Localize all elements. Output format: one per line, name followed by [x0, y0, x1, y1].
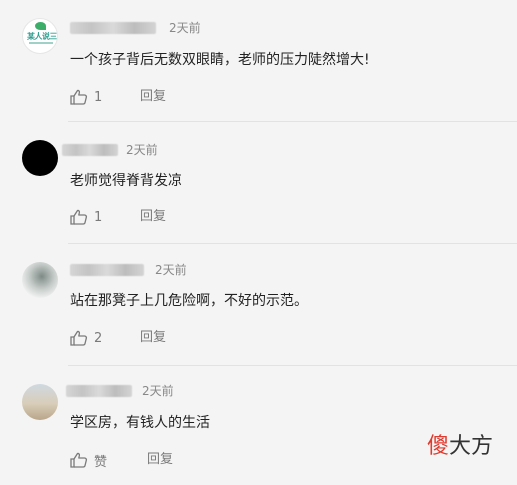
avatar-logo-text: 某人说三 — [27, 32, 57, 41]
avatar[interactable] — [22, 262, 58, 298]
avatar[interactable] — [22, 140, 58, 176]
thumbs-up-icon — [70, 330, 88, 346]
avatar[interactable]: 某人说三 — [22, 18, 58, 54]
like-button[interactable]: 1 — [70, 208, 102, 226]
logo-underline — [29, 42, 53, 44]
comment-text: 一个孩子背后无数双眼睛，老师的压力陡然增大! — [70, 52, 370, 68]
username-blurred[interactable] — [62, 144, 118, 156]
comment-text: 学区房，有钱人的生活 — [70, 415, 210, 431]
reply-button[interactable]: 回复 — [140, 208, 166, 226]
comment-text: 站在那凳子上几危险啊，不好的示范。 — [70, 293, 308, 309]
comment-time: 2天前 — [142, 384, 174, 398]
like-count: 2 — [94, 330, 103, 346]
comment-item: 2天前 站在那凳子上几危险啊，不好的示范。 2 回复 — [0, 244, 517, 365]
comment-time: 2天前 — [155, 263, 187, 277]
reply-button[interactable]: 回复 — [140, 88, 166, 106]
comment-text: 老师觉得脊背发凉 — [70, 173, 182, 189]
reply-button[interactable]: 回复 — [147, 451, 173, 469]
comment-time: 2天前 — [126, 143, 158, 157]
username-blurred[interactable] — [70, 22, 156, 34]
avatar[interactable] — [22, 384, 58, 420]
watermark-text: 大方 — [449, 434, 494, 459]
like-button[interactable]: 2 — [70, 329, 102, 347]
comment-time: 2天前 — [169, 21, 201, 35]
comment-item: 2天前 老师觉得脊背发凉 1 回复 — [0, 122, 517, 243]
thumbs-up-icon — [70, 209, 88, 225]
reply-button[interactable]: 回复 — [140, 329, 166, 347]
comment-item: 2天前 学区房，有钱人的生活 赞 回复 — [0, 366, 517, 485]
like-button[interactable]: 赞 — [70, 451, 108, 470]
thumbs-up-icon — [70, 452, 88, 468]
comment-item: 某人说三 2天前 一个孩子背后无数双眼睛，老师的压力陡然增大! 1 回复 — [0, 0, 517, 121]
watermark-accent-char: 傻 — [427, 434, 450, 459]
like-button[interactable]: 1 — [70, 88, 102, 106]
like-count: 1 — [94, 209, 103, 225]
watermark: 傻大方 — [427, 433, 493, 461]
thumbs-up-icon — [70, 89, 88, 105]
like-count: 1 — [94, 89, 103, 105]
like-label: 赞 — [94, 454, 108, 470]
username-blurred[interactable] — [70, 264, 144, 276]
leaf-icon — [35, 22, 46, 30]
username-blurred[interactable] — [66, 385, 132, 397]
